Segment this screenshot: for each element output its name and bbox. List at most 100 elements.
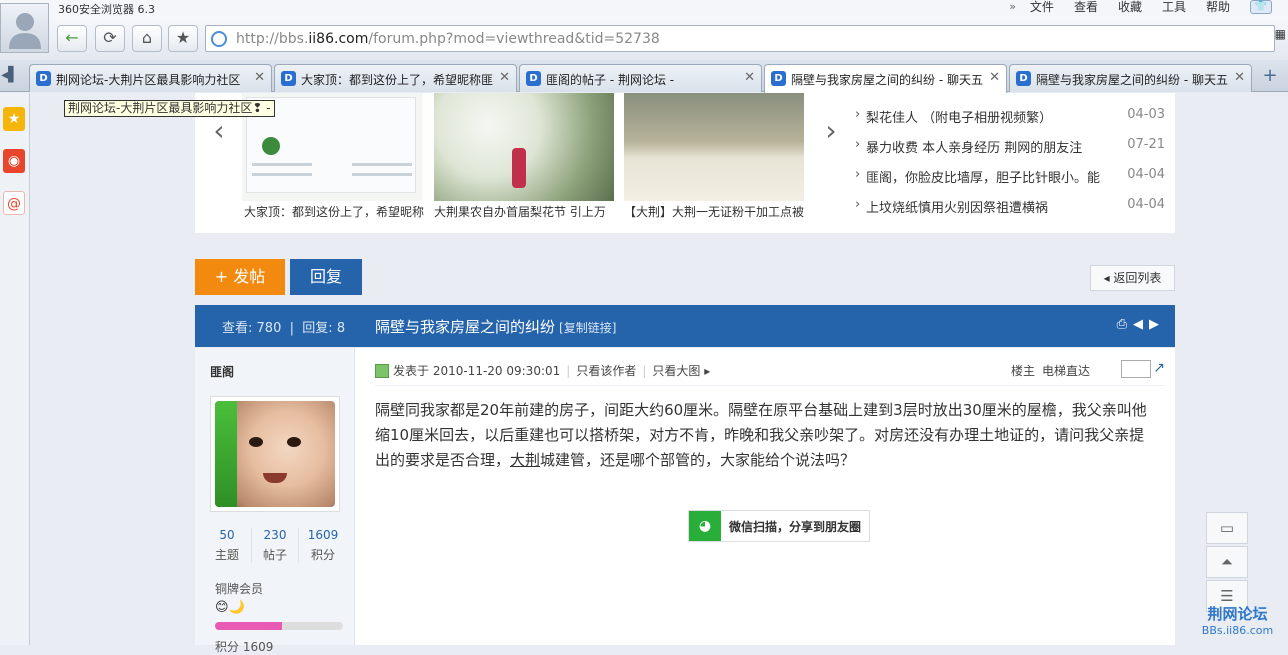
menu-help[interactable]: 帮助 — [1196, 0, 1240, 14]
post-meta: 发表于 2010-11-20 09:30:01 | 只看该作者 | 只看大图 ▸ 楼主 … — [375, 360, 1165, 386]
favorites-star-icon[interactable]: ★ — [3, 107, 25, 131]
view-big-image-link[interactable]: 只看大图 — [652, 364, 700, 378]
menu-more-chevron[interactable]: » — [1005, 0, 1020, 14]
prev-thread-icon[interactable]: ◀ — [1133, 317, 1149, 332]
online-status-icon — [375, 364, 389, 378]
new-post-button[interactable]: + 发帖 — [195, 259, 285, 295]
wechat-share-button[interactable]: ◕ 微信扫描，分享到朋友圈 — [688, 510, 870, 542]
tab-neighbor-dispute[interactable]: D 隔壁与我家房屋之间的纠纷 - 聊天五 ✕ — [1009, 64, 1252, 92]
elevator-jump-label: 电梯直达 — [1041, 364, 1090, 378]
menu-favorites[interactable]: 收藏 — [1108, 0, 1152, 14]
discuz-favicon-icon: D — [526, 71, 541, 86]
baby-photo — [215, 401, 335, 507]
slider-caption[interactable]: 【大荆】大荆一无证粉干加工点被 — [624, 203, 809, 220]
site-watermark-logo: 荆网论坛 BBs.ii86.com — [1201, 605, 1274, 637]
news-item[interactable]: › 上坟烧纸慎用火别因祭祖遭横祸 04-04 — [853, 197, 1165, 227]
wechat-share-label: 微信扫描，分享到朋友圈 — [729, 520, 862, 534]
address-bar[interactable]: http://bbs.ii86.com/forum.php?mod=viewth… — [205, 25, 1275, 52]
user-silhouette-icon — [9, 13, 41, 49]
author-panel: 匪阁 50 主题 230 帖子 1609 积分 铜牌会员 😊🌙 积分 1609 — [195, 348, 355, 654]
refresh-button[interactable]: ⟳ — [95, 25, 125, 52]
elevator-jump-input[interactable] — [1121, 360, 1151, 378]
menu-view[interactable]: 查看 — [1064, 0, 1108, 14]
menu-tools[interactable]: 工具 — [1152, 0, 1196, 14]
featured-slider: ‹ 大家顶：都到这份上了，希望昵称 大荆果农自办首届梨花节 引上万 【大荆】大荆… — [195, 93, 1175, 233]
close-tab-icon[interactable]: ✕ — [989, 70, 1000, 85]
stat-posts[interactable]: 230 帖子 — [251, 528, 299, 563]
discuz-favicon-icon: D — [771, 71, 786, 86]
tab-label: 隔壁与我家房屋之间的纠纷 - 聊天五 — [1036, 73, 1228, 87]
browser-toolbar: ← ⟳ ⌂ ★ http://bbs.ii86.com/forum.php?mo… — [0, 17, 1288, 60]
user-avatar[interactable] — [0, 3, 49, 53]
page-icon — [211, 31, 227, 47]
comment-icon[interactable]: ▭ — [1206, 512, 1248, 544]
grid-icon[interactable]: ▦ — [1275, 27, 1286, 41]
weibo-icon[interactable]: ◉ — [3, 149, 25, 173]
back-to-top-icon[interactable]: ⏶ — [1206, 546, 1248, 578]
member-rank: 铜牌会员 — [215, 582, 264, 596]
menu-bar: » 文件 查看 收藏 工具 帮助 — [1005, 0, 1240, 14]
news-item[interactable]: › 匪阁，你脸皮比墙厚，胆子比针眼小。能 04-04 — [853, 167, 1165, 197]
refresh-icon: ⟳ — [103, 28, 117, 47]
daijing-link[interactable]: 大荆 — [510, 451, 540, 469]
caret-left-icon: ◂ — [1103, 271, 1114, 285]
tab-neighbor-dispute-active[interactable]: D 隔壁与我家房屋之间的纠纷 - 聊天五 ✕ — [764, 64, 1007, 93]
slider-caption[interactable]: 大家顶：都到这份上了，希望昵称 — [244, 203, 429, 220]
close-tab-icon[interactable]: ✕ — [1234, 70, 1245, 85]
thread-title: 隔壁与我家房屋之间的纠纷 [复制链接] — [375, 318, 617, 336]
copy-link-button[interactable]: [复制链接] — [559, 321, 616, 335]
tab-scroll-left-icon[interactable]: ◂▌ — [0, 64, 20, 88]
rank-progress-bar — [215, 622, 343, 630]
close-tab-icon[interactable]: ✕ — [744, 70, 755, 85]
jump-go-icon[interactable]: ↗ — [1153, 360, 1165, 376]
home-button[interactable]: ⌂ — [132, 25, 162, 52]
back-to-list-button[interactable]: ◂ 返回列表 — [1090, 265, 1175, 291]
back-arrow-icon: ← — [65, 28, 79, 47]
tab-label: 匪阁的帖子 - 荆网论坛 - — [546, 73, 675, 87]
slider-image-pear-blossom[interactable] — [434, 93, 614, 201]
star-icon: ★ — [175, 28, 191, 47]
tab-dajia-ding[interactable]: D 大家顶：都到这份上了，希望昵称匪 ✕ — [274, 64, 517, 92]
slider-next-icon[interactable]: › — [819, 108, 843, 158]
reply-button[interactable]: 回复 — [290, 259, 362, 295]
back-button[interactable]: ← — [57, 25, 87, 52]
next-thread-icon[interactable]: ▶ — [1149, 317, 1165, 332]
slider-image-noodle-drying[interactable] — [624, 93, 804, 201]
tab-feige-posts[interactable]: D 匪阁的帖子 - 荆网论坛 - ✕ — [519, 64, 762, 92]
rank-progress-fill — [215, 622, 282, 630]
home-icon: ⌂ — [141, 28, 153, 47]
tab-label: 隔壁与我家房屋之间的纠纷 - 聊天五 — [791, 73, 983, 87]
menu-file[interactable]: 文件 — [1020, 0, 1064, 14]
print-icon[interactable]: ⎙ — [1117, 317, 1133, 332]
stat-credits[interactable]: 1609 积分 — [299, 528, 347, 563]
wechat-icon: ◕ — [689, 511, 721, 541]
news-item[interactable]: › 暴力收费 本人亲身经历 荆网的朋友注 07-21 — [853, 137, 1165, 167]
close-tab-icon[interactable]: ✕ — [499, 70, 510, 85]
thread-stats: 查看: 780 | 回复: 8 — [222, 321, 346, 336]
post-content: 隔壁同我家都是20年前建的房子，间距大约60厘米。隔壁在原平台基础上建到3层时放… — [375, 401, 1147, 469]
tab-jingwang-home[interactable]: D 荆网论坛-大荆片区最具影响力社区 ✕ — [29, 64, 272, 92]
view-count: 780 — [256, 321, 282, 336]
post-date: 发表于 2010-11-20 09:30:01 — [393, 364, 561, 378]
only-author-link[interactable]: 只看该作者 — [576, 364, 636, 378]
score-partial: 积分 1609 — [215, 640, 274, 654]
news-item[interactable]: › 梨花佳人 （附电子相册视频繁） 04-03 — [853, 107, 1165, 137]
news-list: › 梨花佳人 （附电子相册视频繁） 04-03 › 暴力收费 本人亲身经历 荆网的朋友… — [853, 107, 1165, 227]
discuz-favicon-icon: D — [1016, 71, 1031, 86]
thread-tools: ⎙◀▶ — [1117, 317, 1165, 332]
slider-caption[interactable]: 大荆果农自办首届梨花节 引上万 — [434, 203, 619, 220]
author-avatar[interactable] — [210, 396, 340, 512]
discuz-favicon-icon: D — [36, 71, 51, 86]
author-name[interactable]: 匪阁 — [210, 363, 234, 380]
favorite-star-button[interactable]: ★ — [168, 25, 198, 52]
skin-shirt-icon[interactable]: 👕 — [1250, 0, 1272, 14]
tab-tooltip: 荆网论坛-大荆片区最具影响力社区❢ - — [64, 100, 275, 117]
floor-label: 楼主 — [1010, 364, 1035, 378]
new-tab-button[interactable]: + — [1258, 65, 1282, 89]
discuz-favicon-icon: D — [281, 71, 296, 86]
tab-label: 大家顶：都到这份上了，希望昵称匪 — [301, 73, 494, 87]
close-tab-icon[interactable]: ✕ — [254, 70, 265, 85]
url-text[interactable]: http://bbs.ii86.com/forum.php?mod=viewth… — [236, 31, 660, 47]
email-icon[interactable]: @ — [3, 191, 25, 215]
stat-threads[interactable]: 50 主题 — [203, 528, 251, 563]
